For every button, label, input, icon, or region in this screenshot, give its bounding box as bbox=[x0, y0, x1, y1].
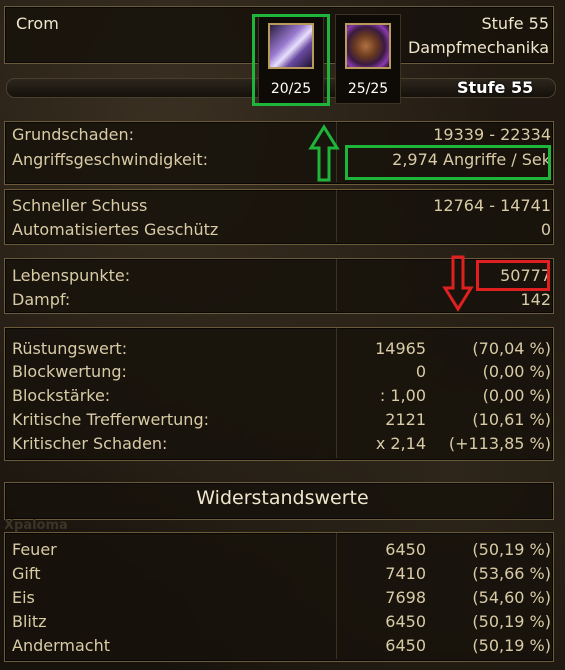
resistance-value: 7698 bbox=[385, 588, 426, 607]
defense-row: Blockwertung: 0 (0,00 %) bbox=[12, 362, 551, 384]
item-slot-2-count: 25/25 bbox=[347, 81, 389, 97]
skill-row-2: Automatisiertes Geschütz 0 bbox=[12, 220, 551, 242]
attack-speed-label: Angriffsgeschwindigkeit: bbox=[12, 150, 208, 169]
skill-2-value: 0 bbox=[540, 220, 551, 239]
highlight-slot-box bbox=[252, 14, 330, 106]
resistance-label: Blitz bbox=[12, 612, 47, 631]
resistance-row: Feuer 6450 (50,19 %) bbox=[12, 540, 551, 562]
character-level: Stufe 55 bbox=[481, 14, 550, 33]
item-slot-2[interactable]: 25/25 bbox=[335, 14, 401, 104]
base-damage-label: Grundschaden: bbox=[12, 125, 135, 144]
defense-value: x 2,14 bbox=[375, 434, 426, 453]
resistance-label: Gift bbox=[12, 564, 41, 583]
defense-percent: (0,00 %) bbox=[482, 362, 551, 381]
resistance-row: Gift 7410 (53,66 %) bbox=[12, 564, 551, 586]
green-up-arrow-icon bbox=[308, 124, 340, 182]
skill-row-1: Schneller Schuss 12764 - 14741 bbox=[12, 196, 551, 218]
hp-label: Lebenspunkte: bbox=[12, 266, 131, 285]
resistance-percent: (50,19 %) bbox=[472, 612, 551, 631]
defense-value: 2121 bbox=[385, 410, 426, 429]
defense-value: 14965 bbox=[375, 339, 426, 358]
defense-row: Rüstungswert: 14965 (70,04 %) bbox=[12, 339, 551, 361]
resistance-row: Eis 7698 (54,60 %) bbox=[12, 588, 551, 610]
skill-1-label: Schneller Schuss bbox=[12, 196, 148, 215]
defense-percent: (+113,85 %) bbox=[448, 434, 551, 453]
steam-value: 142 bbox=[520, 290, 551, 309]
skill-2-label: Automatisiertes Geschütz bbox=[12, 220, 219, 239]
defense-row: Blockstärke: : 1,00 (0,00 %) bbox=[12, 386, 551, 408]
defense-value: 0 bbox=[415, 362, 426, 381]
defense-percent: (10,61 %) bbox=[472, 410, 551, 429]
red-down-arrow-icon bbox=[442, 255, 474, 312]
base-damage-value: 19339 - 22334 bbox=[433, 125, 551, 144]
character-class: Dampfmechanika bbox=[407, 38, 549, 57]
base-damage-row: Grundschaden: 19339 - 22334 bbox=[12, 125, 551, 147]
defense-row: Kritischer Schaden: x 2,14 (+113,85 %) bbox=[12, 434, 551, 456]
resistance-percent: (50,19 %) bbox=[472, 540, 551, 559]
resistance-label: Andermacht bbox=[12, 636, 110, 655]
defense-percent: (0,00 %) bbox=[482, 386, 551, 405]
defense-label: Blockwertung: bbox=[12, 362, 127, 381]
resistance-row: Andermacht 6450 (50,19 %) bbox=[12, 636, 551, 658]
resistance-title: Widerstandswerte bbox=[196, 487, 369, 509]
resistance-percent: (50,19 %) bbox=[472, 636, 551, 655]
defense-label: Kritische Trefferwertung: bbox=[12, 410, 209, 429]
resistance-row: Blitz 6450 (50,19 %) bbox=[12, 612, 551, 634]
defense-label: Blockstärke: bbox=[12, 386, 111, 405]
resistance-label: Eis bbox=[12, 588, 35, 607]
skill-1-value: 12764 - 14741 bbox=[433, 196, 551, 215]
gauntlet-fist-icon bbox=[345, 23, 391, 69]
resistance-value: 6450 bbox=[385, 540, 426, 559]
defense-label: Kritischer Schaden: bbox=[12, 434, 168, 453]
defense-percent: (70,04 %) bbox=[472, 339, 551, 358]
highlight-hp bbox=[476, 260, 550, 291]
resistance-value: 6450 bbox=[385, 612, 426, 631]
resistance-value: 6450 bbox=[385, 636, 426, 655]
defense-value: : 1,00 bbox=[379, 386, 426, 405]
resistance-percent: (54,60 %) bbox=[472, 588, 551, 607]
resistance-percent: (53,66 %) bbox=[472, 564, 551, 583]
resistance-label: Feuer bbox=[12, 540, 57, 559]
highlight-attack-speed bbox=[345, 145, 551, 180]
character-name: Crom bbox=[16, 14, 59, 33]
experience-bar-level: Stufe 55 bbox=[457, 78, 534, 97]
watermark: Xpaloma bbox=[4, 518, 68, 533]
steam-label: Dampf: bbox=[12, 290, 71, 309]
defense-row: Kritische Trefferwertung: 2121 (10,61 %) bbox=[12, 410, 551, 432]
resistance-value: 7410 bbox=[385, 564, 426, 583]
defense-label: Rüstungswert: bbox=[12, 339, 128, 358]
